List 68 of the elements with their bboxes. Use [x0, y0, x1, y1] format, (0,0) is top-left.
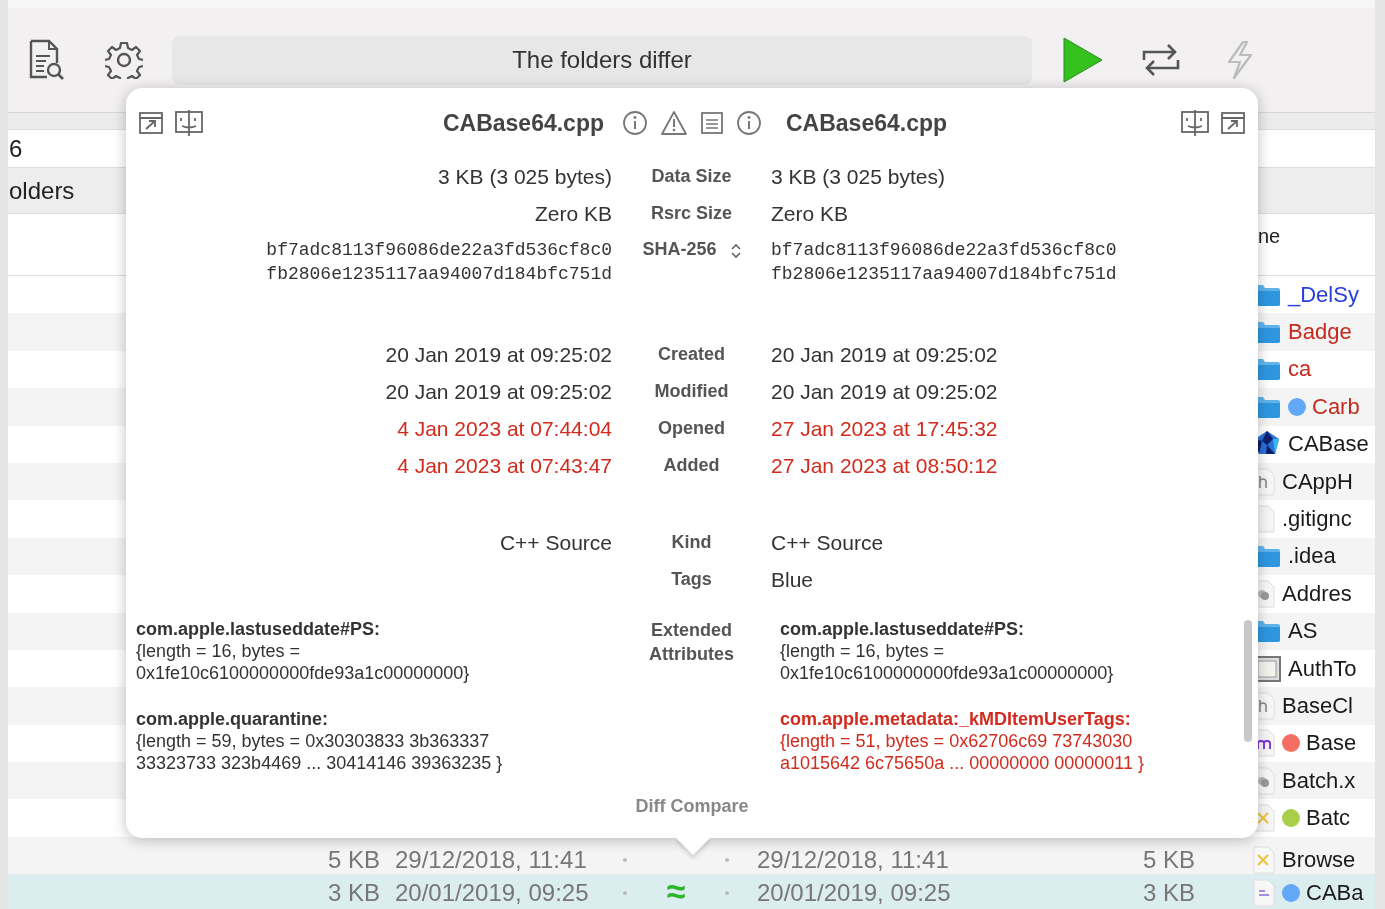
file-size: 3 KB	[1142, 878, 1195, 906]
file-date: 20/01/2019, 09:25	[395, 878, 589, 906]
file-name: CABase64.cpp	[442, 109, 604, 137]
attribute-value: {length = 51, bytes = 0x62706c69 73743030 a1015642 6c75650a ... 00000000 00000011 }	[780, 730, 1145, 774]
field-label: Modified	[654, 381, 729, 402]
field-label: SHA-256	[642, 239, 717, 260]
file-name: Addres	[1282, 580, 1352, 607]
field-value: Zero KB	[771, 201, 849, 225]
file-size: 5 KB	[1142, 845, 1195, 873]
file-name: Batc	[1306, 805, 1351, 832]
file-name: CABa	[1306, 879, 1364, 906]
file-name: ca	[1288, 356, 1312, 383]
file-date: 29/12/2018, 11:41	[395, 845, 587, 873]
file-name: .gitignc	[1282, 506, 1352, 533]
field-label: Added	[663, 455, 720, 476]
field-value: 4 Jan 2023 at 07:44:04	[397, 416, 612, 440]
attribute-name: com.apple.metadata:_kMDItemUserTags:	[780, 708, 1131, 730]
field-value: Blue	[771, 567, 814, 591]
field-value: C++ Source	[499, 530, 612, 554]
file-date: 20/01/2019, 09:25	[757, 878, 951, 906]
file-name: Base	[1306, 730, 1357, 757]
file-name: AuthTo	[1288, 655, 1357, 682]
attribute-value: {length = 16, bytes = 0x1fe10c6100000000fde93a1c00000000}	[136, 640, 470, 684]
field-value: 27 Jan 2023 at 17:45:32	[771, 416, 998, 440]
file-name: CABase64.cpp	[786, 109, 948, 137]
column-header: ne	[1257, 225, 1282, 248]
field-value: 20 Jan 2019 at 09:25:02	[771, 342, 998, 366]
column-value: 6	[9, 134, 23, 163]
field-value: 3 KB (3 025 bytes)	[438, 164, 612, 188]
hash-value: bf7adc8113f96086de22a3fd536cf8c0 fb2806e1235117aa94007d184bfc751d	[266, 239, 612, 286]
file-name: AS	[1288, 618, 1318, 645]
field-value: 27 Jan 2023 at 08:50:12	[771, 453, 998, 477]
field-label: Extended Attributes	[648, 619, 735, 666]
field-value: 20 Jan 2019 at 09:25:02	[385, 379, 612, 403]
file-name: CAppH	[1282, 468, 1353, 495]
file-name: Browse	[1282, 846, 1356, 873]
file-name: Carb	[1312, 393, 1360, 420]
field-label: Opened	[658, 418, 725, 439]
status-symbol: ≈	[666, 872, 686, 909]
field-value: 20 Jan 2019 at 09:25:02	[385, 342, 612, 366]
attribute-value: {length = 16, bytes = 0x1fe10c6100000000fde93a1c00000000}	[780, 640, 1114, 684]
field-value: Zero KB	[534, 201, 612, 225]
file-name: .idea	[1288, 543, 1336, 570]
file-name: BaseCl	[1282, 693, 1353, 719]
field-label: Kind	[671, 532, 712, 553]
file-name: _DelSy	[1288, 281, 1359, 308]
file-name: Batch.x	[1282, 767, 1356, 794]
attribute-name: com.apple.quarantine:	[136, 708, 329, 730]
field-value: C++ Source	[771, 530, 884, 554]
popover-footer: Diff Compare	[635, 796, 749, 816]
field-value: 20 Jan 2019 at 09:25:02	[771, 379, 998, 403]
attribute-name: com.apple.lastuseddate#PS:	[136, 618, 381, 640]
attribute-name: com.apple.lastuseddate#PS:	[780, 618, 1025, 640]
file-size: 3 KB	[327, 878, 380, 906]
column-header: olders	[9, 176, 75, 205]
file-size: 5 KB	[327, 845, 380, 873]
field-label: Rsrc Size	[650, 203, 732, 224]
file-name: CABase	[1288, 431, 1369, 458]
field-value: 4 Jan 2023 at 07:43:47	[397, 453, 612, 477]
attribute-value: {length = 59, bytes = 0x30303833 3b363337 33323733 323b4469 ... 30414146 39363235 }	[136, 730, 503, 774]
field-label: Tags	[671, 569, 712, 590]
hash-value: bf7adc8113f96086de22a3fd536cf8c0 fb2806e1235117aa94007d184bfc751d	[771, 239, 1117, 286]
field-label: Created	[658, 344, 725, 365]
file-date: 29/12/2018, 11:41	[757, 845, 949, 873]
status-field: The folders differ	[172, 35, 1032, 85]
file-name: Badge	[1288, 319, 1352, 346]
field-value: 3 KB (3 025 bytes)	[771, 164, 945, 188]
field-label: Data Size	[651, 166, 732, 187]
